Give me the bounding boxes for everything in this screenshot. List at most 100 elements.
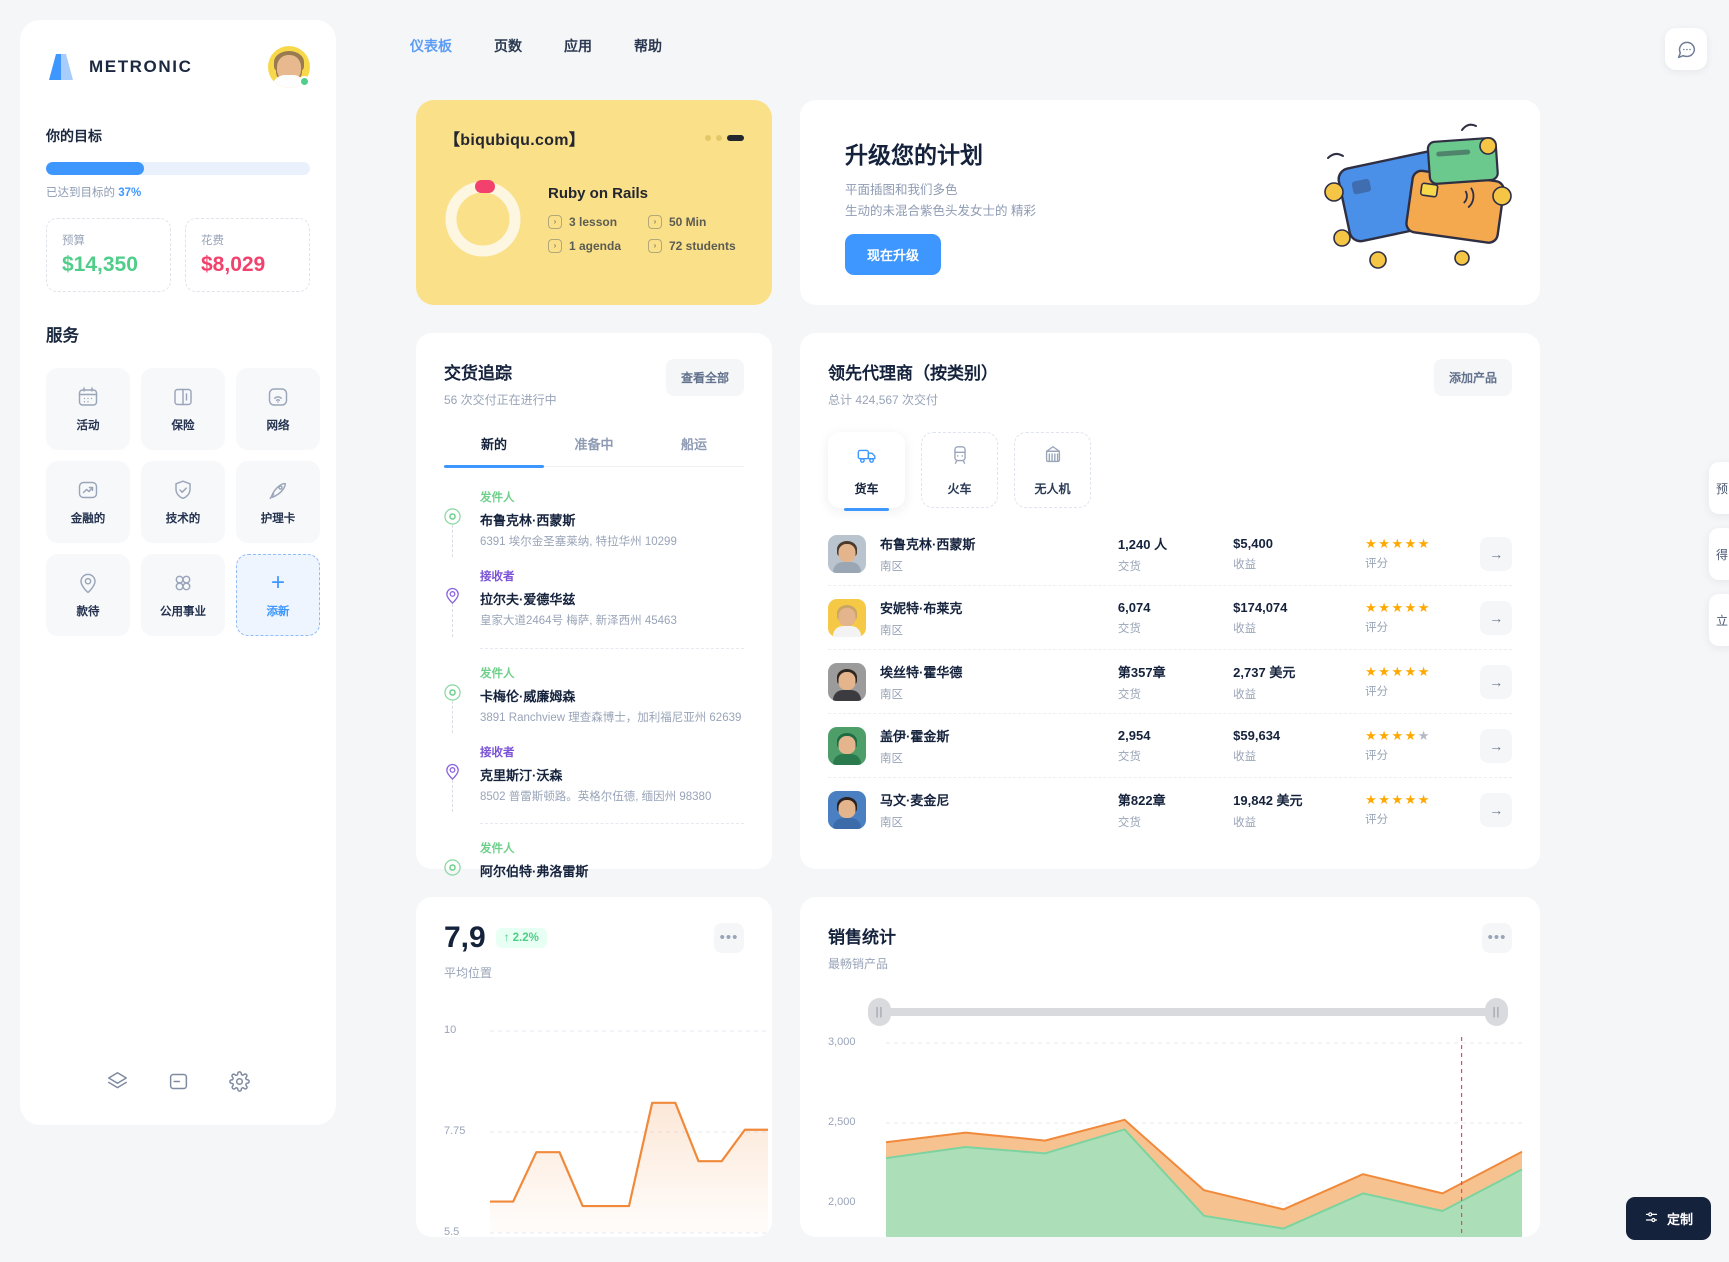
peek-panel-2[interactable]: 得	[1709, 528, 1729, 580]
pager-dot[interactable]	[716, 135, 722, 141]
chat-bubble-icon[interactable]	[1665, 28, 1707, 70]
delivery-tab-船运[interactable]: 船运	[644, 434, 744, 466]
customize-button[interactable]: 定制	[1625, 1197, 1711, 1240]
table-row[interactable]: 盖伊·霍金斯 南区 2,954 交货 $59,634 收益 ★ ★ ★ ★ ★ 评分 →	[828, 714, 1512, 778]
service-tile[interactable]: 护理卡	[236, 461, 320, 543]
rating-star: ★	[1365, 663, 1377, 679]
timeline-entry[interactable]: 发件人 阿尔伯特·弗洛雷斯	[444, 840, 744, 880]
rating-star: ★	[1417, 792, 1430, 807]
table-row[interactable]: 马文·麦金尼 南区 第822章 交货 19,842 美元 收益 ★ ★ ★ ★ ★ 评分…	[828, 778, 1512, 842]
agent-type-无人机[interactable]: 无人机	[1014, 432, 1091, 508]
arrow-right-icon[interactable]: →	[1480, 728, 1512, 763]
notes-icon[interactable]	[168, 1071, 189, 1097]
timeline-entry[interactable]: 接收者 克里斯汀·沃森 8502 普雷斯顿路。英格尔伍德, 缅因州 98380	[444, 744, 744, 812]
agent-region: 南区	[880, 624, 903, 637]
agent-revenue: $174,074 收益	[1233, 600, 1365, 636]
table-row[interactable]: 布鲁克林·西蒙斯 南区 1,240 人 交货 $5,400 收益 ★ ★ ★ ★ ★ 评…	[828, 522, 1512, 586]
upgrade-now-button[interactable]: 现在升级	[845, 234, 942, 275]
avatar[interactable]	[268, 46, 310, 88]
nav-item-应用[interactable]: 应用	[564, 36, 592, 56]
agent-identity: 安妮特·布莱克 南区	[880, 598, 1118, 638]
delivery-tab-准备中[interactable]: 准备中	[544, 434, 644, 466]
goal-caption-value: 37%	[118, 187, 142, 199]
agent-rating: ★ ★ ★ ★ ★ 评分	[1365, 665, 1480, 699]
service-tile[interactable]: 金融的	[46, 461, 130, 543]
course-meta-label: 72 students	[669, 239, 736, 253]
service-tile[interactable]: 网络	[236, 368, 320, 450]
layers-icon[interactable]	[107, 1071, 128, 1097]
nav-item-页数[interactable]: 页数	[494, 36, 522, 56]
deliveries-value: 第822章	[1117, 793, 1166, 808]
slider-handle-right[interactable]: ||	[1485, 998, 1508, 1026]
rating-star: ★	[1378, 599, 1390, 615]
goal-progress-fill	[46, 162, 144, 175]
gear-icon[interactable]	[228, 1071, 250, 1097]
add-product-button[interactable]: 添加产品	[1433, 359, 1512, 396]
agent-type-货车[interactable]: 货车	[828, 432, 905, 511]
service-tile[interactable]: 活动	[46, 368, 130, 450]
y-axis-tick: 5.5	[444, 1226, 460, 1237]
agent-deliveries: 6,074 交货	[1118, 600, 1233, 636]
deliveries-value: 2,954	[1117, 727, 1151, 743]
arrow-right-icon[interactable]: →	[1480, 793, 1512, 827]
book-open-icon	[171, 385, 195, 409]
rating-stars: ★ ★ ★ ★ ★	[1365, 729, 1480, 742]
agent-rating: ★ ★ ★ ★ ★ 评分	[1365, 729, 1480, 763]
service-tile[interactable]: 款待	[46, 554, 130, 636]
table-row[interactable]: 安妮特·布莱克 南区 6,074 交货 $174,074 收益 ★ ★ ★ ★ ★ 评分…	[828, 586, 1512, 650]
deliveries-value: 6,074	[1117, 599, 1151, 615]
service-label: 技术的	[165, 513, 201, 525]
sales-range-slider[interactable]: || ||	[868, 998, 1508, 1026]
timeline-entry[interactable]: 发件人 布鲁克林·西蒙斯 6391 埃尔金圣塞莱纳, 特拉华州 10299	[444, 489, 744, 558]
arrow-right-icon[interactable]: →	[1480, 536, 1512, 571]
chevron-right-icon: ›	[648, 239, 662, 253]
entry-name: 布鲁克林·西蒙斯	[480, 513, 576, 528]
timeline-entry[interactable]: 发件人 卡梅伦·威廉姆森 3891 Ranchview 理查森博士，加利福尼亚州…	[444, 665, 744, 733]
agents-heading-group: 领先代理商（按类别） 总计 424,567 次交付	[828, 359, 998, 408]
brand[interactable]: METRONIC	[46, 53, 192, 81]
peek-panel-3[interactable]: 立	[1709, 594, 1729, 646]
deliveries-caption: 交货	[1117, 688, 1141, 701]
more-horizontal-icon[interactable]: •••	[714, 923, 744, 953]
more-horizontal-icon[interactable]: •••	[1482, 923, 1512, 953]
delivery-tab-新的[interactable]: 新的	[444, 434, 544, 468]
arrow-right-icon[interactable]: →	[1480, 600, 1512, 635]
agent-avatar	[828, 534, 866, 573]
agent-type-tabs: 货车 火车 无人机	[828, 432, 1512, 511]
upgrade-title: 升级您的计划	[845, 142, 983, 168]
view-all-button[interactable]: 查看全部	[665, 359, 744, 396]
entry-kind: 发件人	[480, 667, 515, 680]
wallet-cards-illustration	[1312, 118, 1512, 291]
shield-check-icon	[171, 478, 195, 502]
agent-type-火车[interactable]: 火车	[921, 432, 998, 508]
revenue-caption: 收益	[1233, 817, 1257, 829]
delivery-title: 交货追踪	[444, 364, 512, 383]
delivery-heading-group: 交货追踪 56 次交付正在进行中	[444, 359, 557, 408]
service-tile[interactable]: 技术的	[141, 461, 225, 543]
stat-label: 预算	[62, 235, 85, 247]
service-tile[interactable]: 公用事业	[141, 554, 225, 636]
y-axis-tick: 2,500	[828, 1116, 856, 1128]
arrow-right-icon[interactable]: →	[1480, 664, 1512, 699]
slider-handle-left[interactable]: ||	[868, 998, 891, 1026]
rating-star: ★	[1391, 792, 1404, 807]
chevron-right-icon: ›	[548, 215, 562, 229]
nav-item-帮助[interactable]: 帮助	[634, 36, 662, 56]
service-tile-add[interactable]: + 添新	[236, 554, 320, 636]
rating-star: ★	[1378, 727, 1390, 743]
course-card-pager[interactable]	[705, 135, 744, 141]
table-row[interactable]: 埃丝特·霍华德 南区 第357章 交货 2,737 美元 收益 ★ ★ ★ ★ ★ 评分…	[828, 650, 1512, 714]
service-tile[interactable]: 保险	[141, 368, 225, 450]
chevron-right-icon: ›	[648, 215, 662, 229]
pager-dot-active[interactable]	[727, 135, 744, 141]
rating-star: ★	[1391, 727, 1404, 743]
nav-item-仪表板[interactable]: 仪表板	[410, 36, 452, 56]
average-position-card: 7,9 ↑ 2.2% 平均位置 ••• 10 7.75 5.5	[416, 897, 772, 1237]
service-label: 公用事业	[160, 606, 206, 618]
timeline-entry[interactable]: 接收者 拉尔夫·爱德华兹 皇家大道2464号 梅萨, 新泽西州 45463	[444, 568, 744, 637]
peek-panel-1[interactable]: 预	[1709, 462, 1729, 514]
deliveries-value: 第357章	[1117, 664, 1166, 680]
leading-agents-card: 领先代理商（按类别） 总计 424,567 次交付 添加产品 货车 火车 无人机…	[800, 333, 1540, 869]
pager-dot[interactable]	[705, 135, 711, 141]
slider-track[interactable]	[868, 1008, 1508, 1016]
